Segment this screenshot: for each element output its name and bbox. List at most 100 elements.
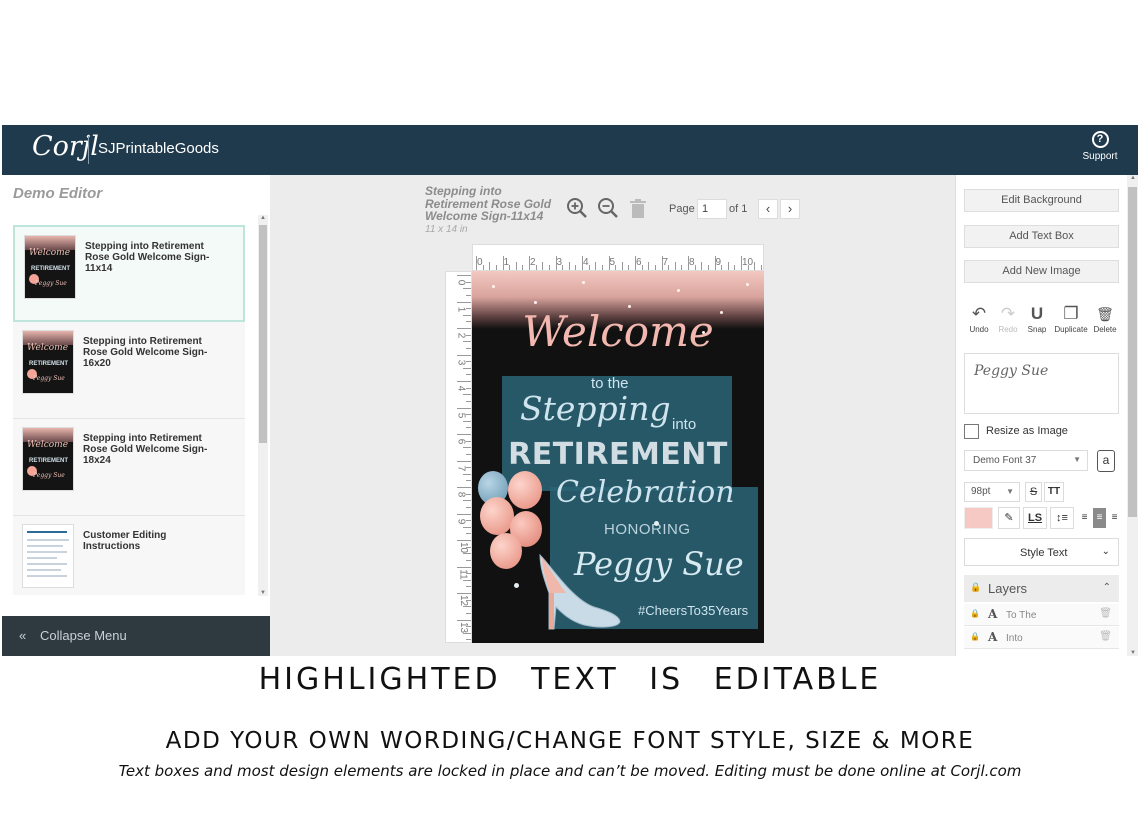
ruler-tick: [466, 453, 471, 455]
ruler-tick: [463, 606, 471, 608]
align-left-icon[interactable]: ≡: [1078, 508, 1091, 528]
scroll-up-icon[interactable]: ▲: [260, 215, 266, 221]
eyedropper-icon[interactable]: ✎: [998, 507, 1020, 529]
ruler-tick: [542, 262, 544, 270]
zoom-in-icon[interactable]: [566, 197, 588, 219]
template-item[interactable]: Customer Editing Instructions: [13, 516, 245, 595]
ruler-tick: [760, 265, 762, 270]
ruler-tick: [457, 434, 471, 435]
letter-spacing-icon[interactable]: LS: [1023, 507, 1047, 529]
align-right-icon[interactable]: ≡: [1108, 508, 1121, 528]
ruler-label: 1: [455, 306, 467, 312]
page-number-input[interactable]: 1: [697, 199, 727, 219]
redo-button[interactable]: ↷ Redo: [993, 305, 1023, 335]
ruler-tick: [466, 506, 471, 508]
scroll-up-icon[interactable]: ▲: [1130, 175, 1136, 181]
sign-hashtag[interactable]: #CheersTo35Years: [638, 603, 748, 618]
help-icon: ?: [1091, 131, 1109, 148]
font-glyph-icon[interactable]: a: [1097, 450, 1115, 472]
ruler-label: 0: [455, 279, 467, 286]
ruler-tick: [694, 265, 696, 270]
ruler-tick: [466, 573, 471, 575]
ruler-tick: [466, 599, 471, 601]
ruler-tick: [457, 619, 471, 621]
panel-scrollbar[interactable]: ▲ ▼: [1127, 175, 1138, 656]
zoom-out-icon[interactable]: [597, 197, 619, 219]
resize-as-image-label: Resize as Image: [986, 425, 1068, 437]
lock-icon[interactable]: 🔒: [970, 609, 980, 618]
ruler-tick: [463, 579, 471, 581]
design-canvas[interactable]: Welcome to the Stepping into RETIREMENT …: [472, 271, 764, 643]
support-label: Support: [1082, 151, 1118, 162]
layer-row[interactable]: 🔒 A Into 🗑: [964, 627, 1119, 649]
edit-background-button[interactable]: Edit Background: [964, 189, 1119, 212]
ruler-tick: [747, 265, 749, 270]
text-transform-icon[interactable]: TT: [1044, 482, 1064, 502]
sign-welcome[interactable]: Welcome: [472, 307, 764, 356]
scroll-down-icon[interactable]: ▼: [260, 590, 266, 596]
ruler-tick: [535, 265, 537, 270]
undo-button[interactable]: ↶ Undo: [964, 305, 994, 335]
scrollbar-thumb[interactable]: [259, 225, 267, 443]
snap-button[interactable]: U Snap: [1022, 305, 1052, 335]
ruler-tick: [628, 265, 630, 270]
ruler-tick: [575, 265, 577, 270]
font-size-select[interactable]: 98pt ▼: [964, 482, 1020, 502]
scroll-down-icon[interactable]: ▼: [1130, 650, 1136, 656]
ruler-label: 7: [455, 465, 467, 471]
balloon-graphic: [490, 533, 522, 569]
ruler-tick: [568, 262, 570, 270]
ruler-label: 9: [455, 518, 467, 524]
support-button[interactable]: ? Support: [1080, 131, 1120, 162]
resize-as-image-checkbox[interactable]: [964, 424, 979, 439]
style-text-dropdown[interactable]: Style Text ⌄: [964, 538, 1119, 566]
ruler-tick: [466, 387, 471, 389]
ruler-label: 6: [455, 438, 467, 445]
layers-label: Layers: [988, 581, 1028, 596]
ruler-tick: [466, 480, 471, 482]
sign-retirement[interactable]: RETIREMENT: [472, 437, 764, 472]
ruler-tick: [734, 265, 736, 270]
subhead-caption: ADD YOUR OWN WORDING/CHANGE FONT STYLE, …: [165, 728, 975, 754]
line-height-icon[interactable]: ↕≡: [1050, 507, 1074, 529]
horizontal-ruler: 0 1 2 3 4 5 6 7 8 9 10: [472, 244, 764, 271]
trash-icon[interactable]: 🗑: [1099, 631, 1112, 642]
ruler-tick: [466, 374, 471, 376]
chevron-down-icon: ▼: [1006, 487, 1014, 496]
sign-stepping[interactable]: Stepping: [520, 389, 671, 428]
next-page-button[interactable]: ›: [780, 199, 800, 219]
note-caption: Text boxes and most design elements are …: [118, 762, 1022, 780]
collapse-menu-button[interactable]: « Collapse Menu: [2, 616, 270, 656]
delete-page-icon[interactable]: [629, 199, 647, 219]
text-color-swatch[interactable]: [964, 507, 993, 529]
sign-celebration[interactable]: Celebration: [556, 475, 735, 510]
vertical-ruler: 0 1 2 3 4 5 6 7 8 9 10 11 12 13: [445, 271, 472, 643]
delete-button[interactable]: 🗑 Delete: [1090, 305, 1120, 334]
ruler-tick: [463, 288, 471, 290]
text-preview-box[interactable]: Peggy Sue: [964, 353, 1119, 414]
layer-row[interactable]: 🔒 A To The 🗑: [964, 604, 1119, 626]
ruler-tick: [562, 265, 564, 270]
font-family-select[interactable]: Demo Font 37 ▼: [964, 450, 1088, 471]
template-item[interactable]: Welcome RETIREMENT Peggy Sue Stepping into…: [13, 419, 245, 516]
trash-icon[interactable]: 🗑: [1099, 608, 1112, 619]
strikethrough-icon[interactable]: S: [1025, 482, 1042, 502]
ruler-tick: [463, 420, 471, 422]
previous-page-button[interactable]: ‹: [758, 199, 778, 219]
template-item[interactable]: Welcome RETIREMENT Peggy Sue Stepping into…: [13, 322, 245, 419]
scrollbar-thumb[interactable]: [1128, 187, 1137, 517]
layer-name: Into: [1006, 633, 1023, 644]
layers-header[interactable]: 🔒 Layers ⌃: [964, 575, 1119, 602]
ruler-label: 3: [455, 359, 467, 365]
align-center-icon[interactable]: ≡: [1093, 508, 1106, 528]
template-thumbnail: Welcome RETIREMENT Peggy Sue: [24, 235, 76, 299]
sidebar-scrollbar[interactable]: ▲ ▼: [258, 215, 268, 596]
add-text-box-button[interactable]: Add Text Box: [964, 225, 1119, 248]
ruler-tick: [489, 262, 491, 270]
sign-into[interactable]: into: [672, 416, 696, 433]
duplicate-button[interactable]: ❐ Duplicate: [1053, 305, 1089, 335]
sign-honoring[interactable]: HONORING: [604, 521, 691, 538]
template-item[interactable]: Welcome RETIREMENT Peggy Sue Stepping into…: [13, 225, 245, 322]
add-new-image-button[interactable]: Add New Image: [964, 260, 1119, 283]
lock-icon[interactable]: 🔒: [970, 632, 980, 641]
